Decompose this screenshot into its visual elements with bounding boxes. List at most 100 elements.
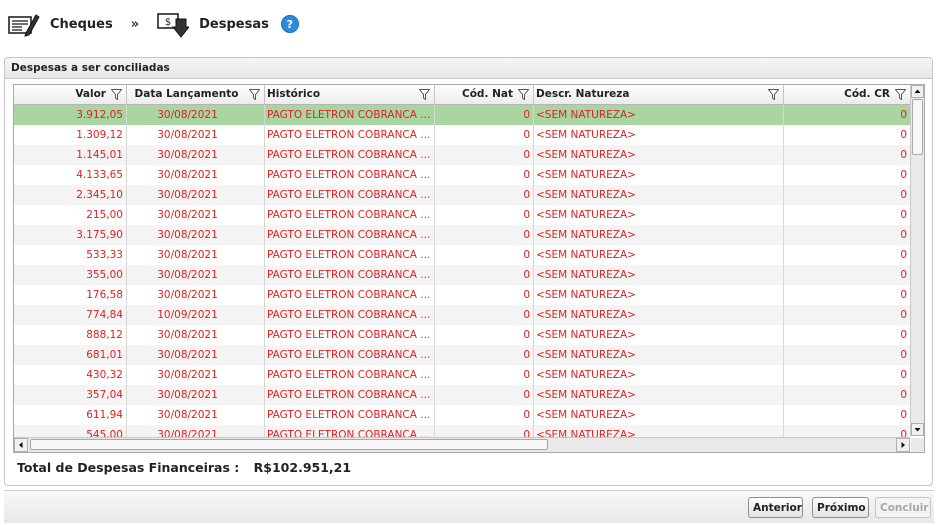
cell-cod-nat: 0: [435, 245, 534, 265]
concluir-button[interactable]: Concluir: [875, 497, 931, 518]
cell-historico: PAGTO ELETRON COBRANCA ...: [265, 225, 435, 245]
cell-cod-nat: 0: [435, 405, 534, 425]
cell-historico: PAGTO ELETRON COBRANCA ...: [265, 105, 435, 125]
proximo-button[interactable]: Próximo: [812, 497, 869, 518]
column-header-cod-nat[interactable]: Cód. Nat: [435, 85, 534, 104]
table-row[interactable]: 2.345,10 30/08/2021 PAGTO ELETRON COBRANCA…: [14, 185, 910, 205]
table-row[interactable]: 3.912,05 30/08/2021 PAGTO ELETRON COBRANCA…: [14, 105, 910, 125]
cell-cod-nat: 0: [435, 105, 534, 125]
cell-cod-cr: 0: [900, 409, 907, 421]
cell-cod-nat: 0: [435, 345, 534, 365]
cell-cod-cr: 0: [900, 129, 907, 141]
breadcrumb-item-despesas[interactable]: Despesas: [199, 17, 269, 32]
table-row[interactable]: 533,33 30/08/2021 PAGTO ELETRON COBRANCA .…: [14, 245, 910, 265]
cell-cod-cr: 0: [900, 209, 907, 221]
arrow-down-icon: [914, 428, 921, 432]
cell-descr-natureza: <SEM NATUREZA>: [534, 225, 784, 245]
cell-descr-natureza: <SEM NATUREZA>: [534, 165, 784, 185]
cell-data-lancamento: 30/08/2021: [127, 245, 265, 265]
column-header-descr-natureza[interactable]: Descr. Natureza: [534, 85, 784, 104]
cell-descr-natureza: <SEM NATUREZA>: [534, 145, 784, 165]
filter-icon[interactable]: [768, 89, 779, 100]
help-icon[interactable]: ?: [280, 15, 299, 33]
table-row[interactable]: 888,12 30/08/2021 PAGTO ELETRON COBRANCA .…: [14, 325, 910, 345]
arrow-up-icon: [914, 89, 921, 93]
cell-cod-cr: 0: [900, 309, 907, 321]
scroll-left-button[interactable]: [14, 438, 28, 452]
table-row[interactable]: 3.175,90 30/08/2021 PAGTO ELETRON COBRANCA…: [14, 225, 910, 245]
cell-valor: 888,12: [14, 325, 127, 345]
table-row[interactable]: 355,00 30/08/2021 PAGTO ELETRON COBRANCA .…: [14, 265, 910, 285]
cell-valor: 611,94: [14, 405, 127, 425]
scroll-up-button[interactable]: [911, 85, 924, 98]
vertical-scrollbar[interactable]: [910, 85, 924, 436]
table-row[interactable]: 611,94 30/08/2021 PAGTO ELETRON COBRANCA .…: [14, 405, 910, 425]
cell-historico: PAGTO ELETRON COBRANCA ...: [265, 265, 435, 285]
cell-historico: PAGTO ELETRON COBRANCA ...: [265, 345, 435, 365]
filter-icon[interactable]: [419, 89, 430, 100]
cell-valor: 1.145,01: [14, 145, 127, 165]
scroll-down-button[interactable]: [911, 423, 924, 436]
cell-descr-natureza: <SEM NATUREZA>: [534, 285, 784, 305]
expenses-panel: Despesas a ser conciliadas Valor Data La…: [4, 57, 933, 486]
arrow-left-icon: [19, 442, 23, 448]
filter-icon[interactable]: [249, 89, 260, 100]
column-header-cod-cr[interactable]: Cód. CR: [784, 85, 910, 104]
cell-data-lancamento: 30/08/2021: [127, 125, 265, 145]
cell-cod-cr: 0: [900, 149, 907, 161]
cell-cod-cr: 0: [900, 249, 907, 261]
cell-cod-cr: 0: [900, 389, 907, 401]
table-row[interactable]: 774,84 10/09/2021 PAGTO ELETRON COBRANCA .…: [14, 305, 910, 325]
breadcrumb-item-cheques[interactable]: Cheques: [50, 17, 113, 32]
cell-data-lancamento: 30/08/2021: [127, 265, 265, 285]
checkbook-edit-icon: [8, 14, 40, 37]
scroll-right-button[interactable]: [896, 438, 910, 452]
filter-icon[interactable]: [895, 89, 906, 100]
cell-cod-nat: 0: [435, 165, 534, 185]
cell-valor: 355,00: [14, 265, 127, 285]
table-row[interactable]: 1.145,01 30/08/2021 PAGTO ELETRON COBRANCA…: [14, 145, 910, 165]
cell-historico: PAGTO ELETRON COBRANCA ...: [265, 145, 435, 165]
cell-cod-cr: 0: [900, 169, 907, 181]
cell-cod-nat: 0: [435, 365, 534, 385]
horizontal-scroll-thumb[interactable]: [30, 439, 548, 450]
cell-valor: 3.912,05: [14, 105, 127, 125]
table-row[interactable]: 176,58 30/08/2021 PAGTO ELETRON COBRANCA .…: [14, 285, 910, 305]
table-row[interactable]: 681,01 30/08/2021 PAGTO ELETRON COBRANCA .…: [14, 345, 910, 365]
cell-valor: 681,01: [14, 345, 127, 365]
table-row[interactable]: 357,04 30/08/2021 PAGTO ELETRON COBRANCA .…: [14, 385, 910, 405]
filter-icon[interactable]: [518, 89, 529, 100]
filter-icon[interactable]: [111, 89, 122, 100]
cell-descr-natureza: <SEM NATUREZA>: [534, 305, 784, 325]
column-header-data-lancamento[interactable]: Data Lançamento: [127, 85, 265, 104]
cell-historico: PAGTO ELETRON COBRANCA ...: [265, 325, 435, 345]
cell-historico: PAGTO ELETRON COBRANCA ...: [265, 165, 435, 185]
expenses-grid: Valor Data Lançamento Histórico Cód. Nat…: [13, 84, 925, 453]
cell-cod-nat: 0: [435, 285, 534, 305]
grid-body: 3.912,05 30/08/2021 PAGTO ELETRON COBRANCA…: [14, 105, 910, 445]
column-header-historico[interactable]: Histórico: [265, 85, 435, 104]
cell-data-lancamento: 30/08/2021: [127, 105, 265, 125]
total-value: R$102.951,21: [253, 460, 352, 475]
cell-data-lancamento: 10/09/2021: [127, 305, 265, 325]
table-row[interactable]: 1.309,12 30/08/2021 PAGTO ELETRON COBRANCA…: [14, 125, 910, 145]
column-header-valor[interactable]: Valor: [14, 85, 127, 104]
cell-valor: 357,04: [14, 385, 127, 405]
breadcrumb-separator: »: [130, 16, 140, 32]
cell-data-lancamento: 30/08/2021: [127, 145, 265, 165]
table-row[interactable]: 430,32 30/08/2021 PAGTO ELETRON COBRANCA .…: [14, 365, 910, 385]
cell-data-lancamento: 30/08/2021: [127, 225, 265, 245]
cell-historico: PAGTO ELETRON COBRANCA ...: [265, 405, 435, 425]
anterior-button[interactable]: Anterior: [748, 497, 803, 518]
vertical-scroll-thumb[interactable]: [912, 99, 923, 155]
table-row[interactable]: 215,00 30/08/2021 PAGTO ELETRON COBRANCA .…: [14, 205, 910, 225]
table-row[interactable]: 4.133,65 30/08/2021 PAGTO ELETRON COBRANCA…: [14, 165, 910, 185]
cell-cod-cr: 0: [900, 189, 907, 201]
cell-data-lancamento: 30/08/2021: [127, 345, 265, 365]
horizontal-scrollbar[interactable]: [14, 437, 910, 452]
cell-valor: 533,33: [14, 245, 127, 265]
svg-text:$: $: [165, 17, 171, 28]
cell-cod-nat: 0: [435, 225, 534, 245]
money-down-icon: $: [157, 13, 190, 38]
cell-descr-natureza: <SEM NATUREZA>: [534, 125, 784, 145]
